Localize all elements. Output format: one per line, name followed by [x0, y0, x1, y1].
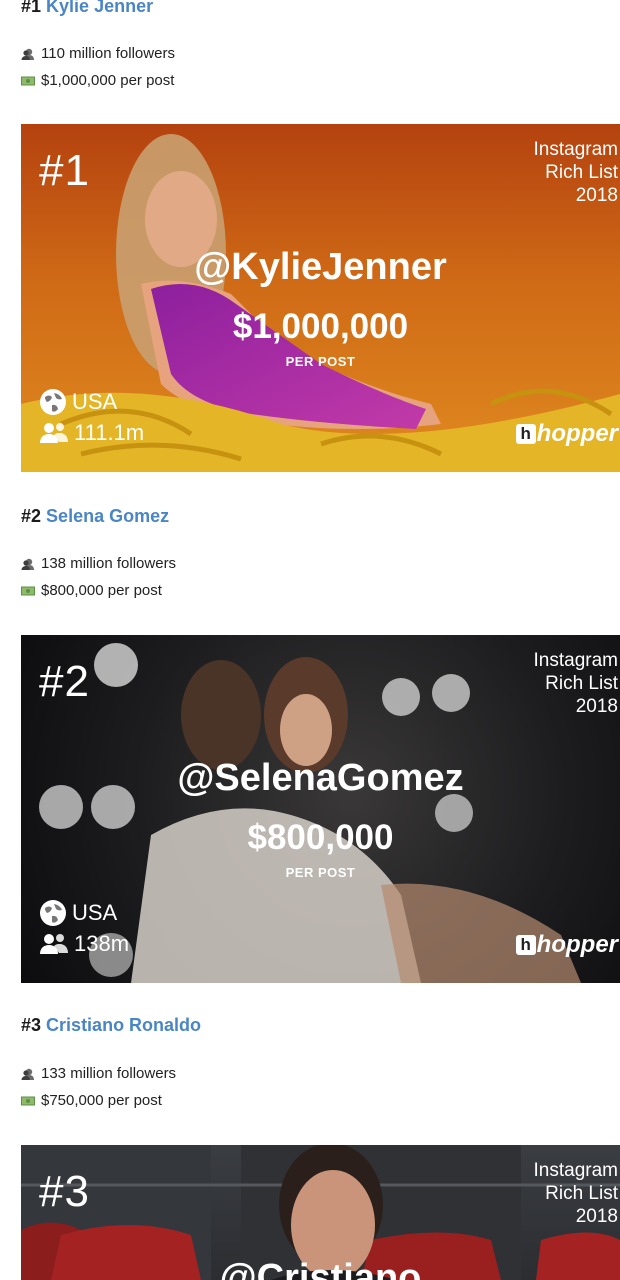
hopper-logo: h hopper: [515, 420, 618, 448]
hopper-wordmark: hopper: [536, 420, 618, 447]
followers-count: 111.1m: [74, 420, 145, 445]
corner-line-3: 2018: [575, 185, 618, 206]
price-text: $1,000,000 per post: [41, 72, 175, 89]
entry-heading-2: #2 Selena Gomez: [21, 506, 169, 527]
corner-line-2: Rich List: [545, 162, 618, 183]
card-country: USA: [39, 388, 117, 416]
followers-text: 138 million followers: [41, 555, 177, 572]
followers-stat: 110 million followers: [21, 45, 175, 62]
corner-line-1: Instagram: [533, 139, 618, 160]
entry-heading-3: #3 Cristiano Ronaldo: [21, 1015, 201, 1036]
followers-stat: 138 million followers: [21, 555, 176, 572]
rich-list-card-2: #2 Instagram Rich List 2018 @SelenaGomez…: [21, 635, 620, 983]
country-text: USA: [72, 900, 118, 925]
card-rank: #2: [39, 657, 90, 706]
corner-line-2: Rich List: [545, 1183, 618, 1204]
country-text: USA: [72, 389, 118, 414]
hopper-mark: h: [515, 935, 536, 955]
card-followers: 138m: [39, 931, 129, 957]
globe-icon: [40, 389, 66, 415]
price-text: $800,000 per post: [41, 582, 162, 599]
card-corner-label: Instagram Rich List 2018: [534, 138, 618, 207]
bust-in-silhouette-icon: [21, 1067, 35, 1081]
price-stat: $750,000 per post: [21, 1092, 162, 1109]
people-icon: [40, 934, 68, 954]
entry-rank: #2: [21, 506, 42, 526]
rich-list-card-1: #1 Instagram Rich List 2018 @KylieJenner…: [21, 124, 620, 472]
bust-in-silhouette-icon: [21, 557, 35, 571]
hopper-logo: h hopper: [515, 931, 618, 959]
dollar-banknote-icon: [21, 74, 35, 88]
followers-count: 138m: [74, 931, 130, 956]
card-handle: @Cristiano: [219, 1257, 422, 1280]
followers-text: 133 million followers: [41, 1065, 177, 1082]
card-rank: #3: [39, 1167, 90, 1216]
corner-line-2: Rich List: [545, 673, 618, 694]
followers-text: 110 million followers: [41, 45, 175, 62]
corner-line-1: Instagram: [533, 1160, 618, 1181]
card-rank: #1: [39, 146, 90, 195]
corner-line-3: 2018: [575, 696, 618, 717]
hopper-wordmark: hopper: [536, 931, 618, 958]
bust-in-silhouette-icon: [21, 47, 35, 61]
card-per-post: PER POST: [285, 865, 356, 880]
entry-rank: #3: [21, 1015, 42, 1035]
card-handle: @SelenaGomez: [177, 757, 464, 799]
globe-icon: [40, 900, 66, 926]
followers-stat: 133 million followers: [21, 1065, 176, 1082]
dollar-banknote-icon: [21, 584, 35, 598]
entry-rank: #1: [21, 0, 42, 16]
celebrity-link[interactable]: Kylie Jenner: [46, 0, 153, 16]
card-price: $1,000,000: [232, 307, 409, 346]
dollar-banknote-icon: [21, 1094, 35, 1108]
price-stat: $800,000 per post: [21, 582, 162, 599]
card-price: $800,000: [247, 818, 394, 857]
entry-heading-1: #1 Kylie Jenner: [21, 0, 153, 17]
price-text: $750,000 per post: [41, 1092, 162, 1109]
card-corner-label: Instagram Rich List 2018: [534, 649, 618, 718]
card-corner-label: Instagram Rich List 2018: [534, 1159, 618, 1228]
hopper-mark: h: [515, 424, 536, 444]
celebrity-link[interactable]: Selena Gomez: [46, 506, 169, 526]
celebrity-link[interactable]: Cristiano Ronaldo: [46, 1015, 201, 1035]
rich-list-card-3: #3 Instagram Rich List 2018 @Cristiano: [21, 1145, 620, 1280]
card-followers: 111.1m: [39, 420, 144, 446]
corner-line-1: Instagram: [533, 650, 618, 671]
price-stat: $1,000,000 per post: [21, 72, 174, 89]
people-icon: [40, 423, 68, 443]
card-per-post: PER POST: [285, 354, 356, 369]
card-handle: @KylieJenner: [194, 246, 447, 288]
card-country: USA: [39, 899, 117, 927]
corner-line-3: 2018: [575, 1206, 618, 1227]
